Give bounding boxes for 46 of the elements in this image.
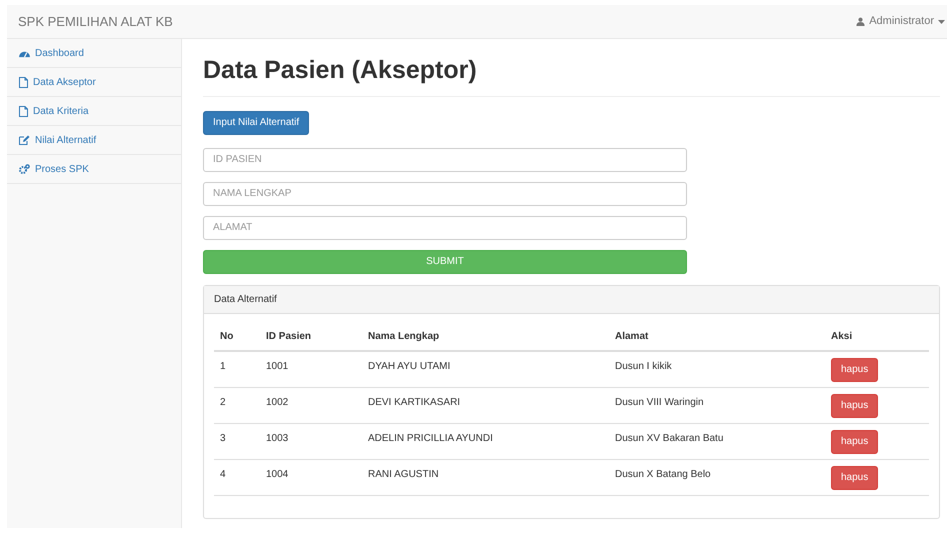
- table-cell: DEVI KARTIKASARI: [362, 387, 609, 423]
- dashboard-icon: [19, 48, 30, 58]
- table-cell: 3: [214, 423, 260, 459]
- input-field[interactable]: NAMA LENGKAP: [203, 182, 687, 206]
- panel-heading: Data Alternatif: [204, 286, 939, 314]
- table-cell: Dusun XV Bakaran Batu: [609, 423, 825, 459]
- column-header: Aksi: [825, 324, 929, 350]
- input-field[interactable]: ID PASIEN: [203, 148, 687, 172]
- gears-icon: [19, 164, 30, 174]
- edit-icon: [19, 135, 30, 145]
- brand-title[interactable]: SPK PEMILIHAN ALAT KB: [18, 12, 173, 32]
- sidebar-item[interactable]: Nilai Alternatif: [7, 126, 181, 155]
- file-icon: [19, 106, 28, 116]
- column-header: No: [214, 324, 260, 350]
- table-cell: DYAH AYU UTAMI: [362, 350, 609, 387]
- table-cell: 1003: [260, 423, 362, 459]
- table-cell: 1001: [260, 350, 362, 387]
- sidebar-item[interactable]: Data Kriteria: [7, 97, 181, 126]
- table-cell: ADELIN PRICILLIA AYUNDI: [362, 423, 609, 459]
- delete-button[interactable]: hapus: [831, 358, 878, 382]
- sidebar-item[interactable]: Dashboard: [7, 39, 181, 68]
- caret-icon: [938, 20, 945, 24]
- user-icon: [856, 17, 866, 26]
- delete-button[interactable]: hapus: [831, 394, 878, 418]
- delete-button[interactable]: hapus: [831, 466, 878, 490]
- input-field[interactable]: ALAMAT: [203, 216, 687, 240]
- input-button[interactable]: Input Nilai Alternatif: [203, 110, 310, 134]
- column-header: Nama Lengkap: [362, 324, 609, 350]
- table-cell: Dusun I kikik: [609, 350, 825, 387]
- column-header: Alamat: [609, 324, 825, 350]
- table-cell: 2: [214, 387, 260, 423]
- submit-button[interactable]: SUBMIT: [203, 250, 687, 274]
- sidebar-item[interactable]: Proses SPK: [7, 155, 181, 184]
- page-title: Data Pasien (Akseptor): [203, 39, 940, 96]
- column-header: ID Pasien: [260, 324, 362, 350]
- table-cell: 4: [214, 459, 260, 495]
- table-cell: RANI AGUSTIN: [362, 459, 609, 495]
- user-menu[interactable]: Administrator: [856, 13, 945, 30]
- table-cell: Dusun X Batang Belo: [609, 459, 825, 495]
- file-icon: [19, 76, 28, 88]
- table-cell: Dusun VIII Waringin: [609, 387, 825, 423]
- table-cell: 1: [214, 350, 260, 387]
- delete-button[interactable]: hapus: [831, 430, 878, 454]
- table-cell: 1002: [260, 387, 362, 423]
- sidebar-item[interactable]: Data Akseptor: [7, 68, 181, 97]
- table-cell: 1004: [260, 459, 362, 495]
